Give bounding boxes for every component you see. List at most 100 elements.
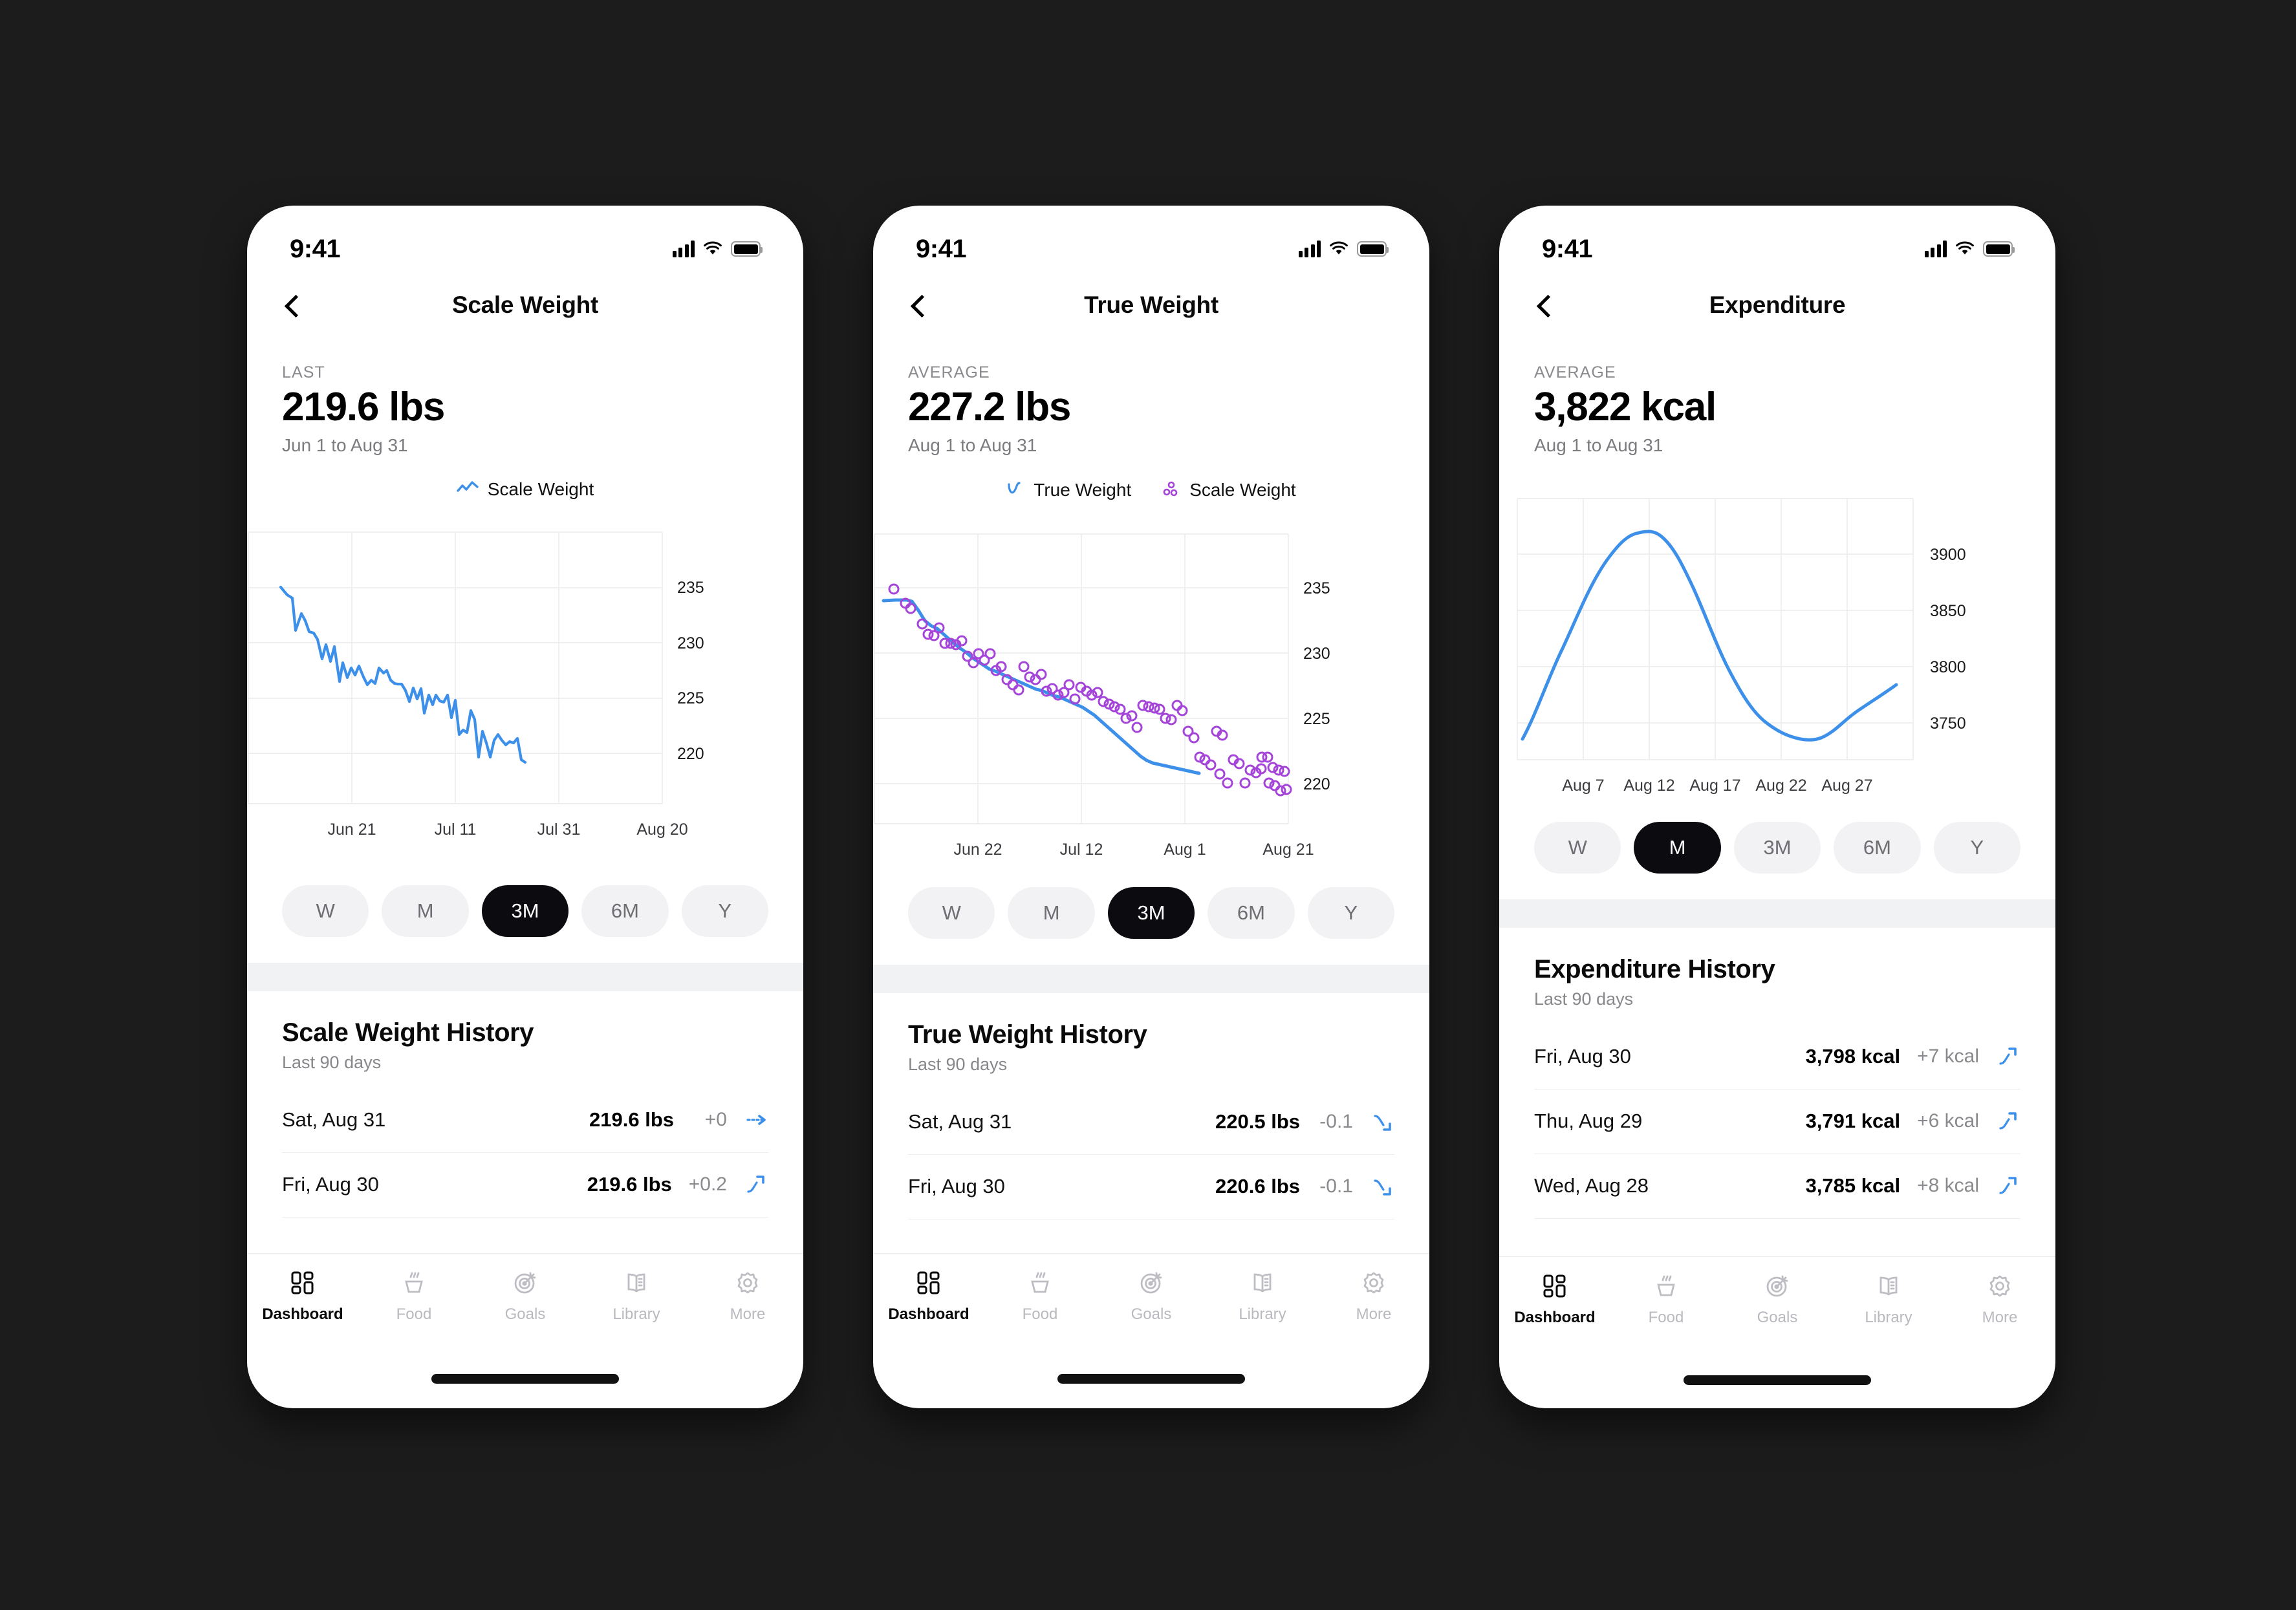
tab-dashboard[interactable]: Dashboard <box>247 1268 358 1324</box>
row-date: Fri, Aug 30 <box>282 1173 379 1196</box>
tab-more[interactable]: More <box>1318 1268 1429 1324</box>
expenditure-chart[interactable]: 3900 3850 3800 3750 Aug 7 Aug 12 Aug 17 … <box>1516 489 2039 813</box>
range-btn-m[interactable]: M <box>1008 886 1095 939</box>
wave-line-icon <box>1006 479 1024 502</box>
tab-library[interactable]: Library <box>581 1268 692 1324</box>
svg-text:225: 225 <box>1303 710 1330 728</box>
book-icon <box>1248 1268 1277 1298</box>
tab-food[interactable]: Food <box>984 1268 1096 1324</box>
nav-bar: Expenditure <box>1499 275 2055 335</box>
tab-dashboard[interactable]: Dashboard <box>1499 1271 1610 1327</box>
summary-date-range: Jun 1 to Aug 31 <box>282 435 408 455</box>
row-delta: +6 kcal <box>1917 1110 1979 1132</box>
gear-icon <box>733 1268 763 1298</box>
cellular-signal-icon <box>672 241 695 257</box>
legend-label: Scale Weight <box>1189 480 1296 500</box>
svg-text:220: 220 <box>677 745 704 763</box>
table-row[interactable]: Fri, Aug 30 3,798 kcal +7 kcal <box>1534 1025 2020 1089</box>
table-row[interactable]: Fri, Aug 30 219.6 lbs +0.2 <box>282 1153 768 1218</box>
range-btn-y[interactable]: Y <box>1307 886 1395 939</box>
book-icon <box>622 1268 651 1298</box>
range-btn-3m[interactable]: 3M <box>1733 821 1821 874</box>
tab-food[interactable]: Food <box>358 1268 470 1324</box>
food-cup-icon <box>399 1268 429 1298</box>
range-btn-6m[interactable]: 6M <box>1208 886 1295 939</box>
trend-down-icon <box>1370 1174 1394 1199</box>
svg-text:Jun 22: Jun 22 <box>953 841 1002 859</box>
range-btn-y[interactable]: Y <box>1933 821 2021 874</box>
status-time: 9:41 <box>916 234 967 263</box>
table-row[interactable]: Fri, Aug 30 220.6 lbs -0.1 <box>908 1155 1394 1219</box>
history-list: Sat, Aug 31 220.5 lbs -0.1 Fri, Aug 30 2… <box>908 1090 1394 1219</box>
tab-library[interactable]: Library <box>1207 1268 1318 1324</box>
table-row[interactable]: Sat, Aug 31 220.5 lbs -0.1 <box>908 1090 1394 1155</box>
row-value: 3,798 kcal <box>1805 1045 1901 1068</box>
tab-more[interactable]: More <box>1944 1271 2055 1327</box>
summary-label: LAST <box>282 363 325 381</box>
row-date: Thu, Aug 29 <box>1534 1110 1643 1133</box>
range-btn-m[interactable]: M <box>382 885 469 937</box>
status-time: 9:41 <box>1542 234 1593 263</box>
range-btn-w[interactable]: W <box>1534 821 1621 874</box>
range-btn-3m[interactable]: 3M <box>481 885 569 937</box>
range-btn-w[interactable]: W <box>908 886 995 939</box>
scale-weight-chart-svg: 235 230 225 220 Jun 21 Jul 11 Jul 31 Aug… <box>248 531 704 839</box>
tab-goals[interactable]: Goals <box>470 1268 581 1324</box>
status-bar: 9:41 <box>247 206 803 275</box>
svg-text:Aug 12: Aug 12 <box>1623 777 1674 795</box>
history-subtitle: Last 90 days <box>282 1052 382 1072</box>
tab-bar: Dashboard Food Goals Library More <box>1499 1256 2055 1327</box>
table-row[interactable]: Wed, Aug 28 3,785 kcal +8 kcal <box>1534 1154 2020 1219</box>
range-btn-3m[interactable]: 3M <box>1107 886 1195 939</box>
history-section: True Weight History Last 90 days Sat, Au… <box>873 993 1429 1253</box>
gear-icon <box>1359 1268 1389 1298</box>
food-cup-icon <box>1651 1271 1681 1301</box>
tab-label: Goals <box>1131 1305 1172 1323</box>
row-value: 219.6 lbs <box>587 1173 672 1196</box>
range-btn-m[interactable]: M <box>1634 821 1721 874</box>
nav-bar: True Weight <box>873 275 1429 335</box>
summary-value: 219.6 lbs <box>282 385 445 429</box>
page-title: True Weight <box>1084 292 1218 318</box>
phone-expenditure: 9:41 Expenditure AVERAGE 3,822 kcal Aug … <box>1499 206 2055 1408</box>
tab-goals[interactable]: Goals <box>1096 1268 1207 1324</box>
svg-text:230: 230 <box>1303 645 1330 663</box>
home-indicator <box>1057 1374 1245 1384</box>
tab-label: Library <box>1239 1305 1286 1323</box>
tab-label: Library <box>612 1305 660 1323</box>
tab-dashboard[interactable]: Dashboard <box>873 1268 984 1324</box>
home-indicator <box>431 1374 619 1384</box>
tab-label: Food <box>396 1305 432 1323</box>
history-title: True Weight History <box>908 1020 1147 1049</box>
svg-text:3900: 3900 <box>1930 546 1966 564</box>
section-divider <box>247 962 803 991</box>
range-btn-w[interactable]: W <box>282 885 369 937</box>
legend-item-scale-weight: Scale Weight <box>457 479 594 500</box>
row-value: 3,791 kcal <box>1805 1110 1901 1133</box>
chart-container: 3900 3850 3800 3750 Aug 7 Aug 12 Aug 17 … <box>1499 489 2055 813</box>
tab-food[interactable]: Food <box>1610 1271 1722 1327</box>
target-icon <box>510 1268 540 1298</box>
range-btn-y[interactable]: Y <box>681 885 769 937</box>
tab-goals[interactable]: Goals <box>1722 1271 1833 1327</box>
tab-bar: Dashboard Food Goals Library More <box>873 1253 1429 1324</box>
tab-library[interactable]: Library <box>1833 1271 1944 1327</box>
tab-label: Goals <box>1757 1309 1798 1326</box>
svg-text:Jul 12: Jul 12 <box>1060 841 1103 859</box>
table-row[interactable]: Thu, Aug 29 3,791 kcal +6 kcal <box>1534 1089 2020 1154</box>
range-btn-6m[interactable]: 6M <box>581 885 669 937</box>
svg-text:Jul 11: Jul 11 <box>435 821 477 839</box>
svg-text:3800: 3800 <box>1930 658 1966 676</box>
row-value: 3,785 kcal <box>1805 1174 1901 1197</box>
history-list: Fri, Aug 30 3,798 kcal +7 kcal Thu, Aug … <box>1534 1025 2020 1219</box>
table-row[interactable]: Sat, Aug 31 219.6 lbs +0 <box>282 1088 768 1153</box>
canvas: 9:41 Scale Weight LAST 219.6 lbs Jun 1 t… <box>0 0 2296 1610</box>
chart-legend: Scale Weight <box>247 479 803 500</box>
food-cup-icon <box>1025 1268 1055 1298</box>
scale-weight-chart[interactable]: 235 230 225 220 Jun 21 Jul 11 Jul 31 Aug… <box>247 519 803 868</box>
row-value: 219.6 lbs <box>589 1108 674 1132</box>
tab-more[interactable]: More <box>692 1268 803 1324</box>
true-weight-chart[interactable]: 235 230 225 220 Jun 22 Jul 12 Aug 1 Aug … <box>873 521 1429 870</box>
range-selector: W M 3M 6M Y <box>873 870 1429 939</box>
range-btn-6m[interactable]: 6M <box>1834 821 1921 874</box>
